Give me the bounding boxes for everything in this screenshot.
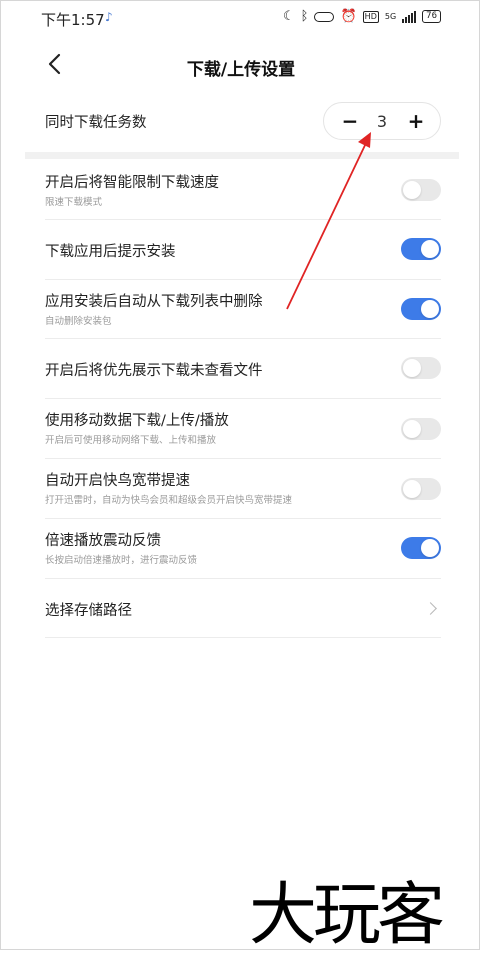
toggle-knob [403,359,421,377]
setting-row-install-prompt[interactable]: 下载应用后提示安装 [45,220,441,280]
install-prompt-toggle[interactable] [401,238,441,260]
setting-subtitle: 开启后可使用移动网络下载、上传和播放 [45,435,217,446]
setting-title: 开启后将优先展示下载未查看文件 [45,363,263,379]
signal-icon [402,10,417,23]
storage-path-row[interactable]: 选择存储路径 [45,579,441,638]
concurrent-tasks-label: 同时下载任务数 [45,115,147,131]
storage-path-label: 选择存储路径 [45,603,132,619]
concurrent-tasks-stepper: − 3 + [323,102,441,140]
kuainiao-toggle[interactable] [401,478,441,500]
section-divider [25,152,459,159]
status-time: 下午1:57 [41,11,105,29]
setting-title: 使用移动数据下载/上传/播放 [45,413,229,429]
setting-title: 倍速播放震动反馈 [45,533,161,549]
setting-subtitle: 长按启动倍速播放时，进行震动反馈 [45,555,198,566]
setting-row-unviewed-first[interactable]: 开启后将优先展示下载未查看文件 [45,339,441,399]
setting-title: 开启后将智能限制下载速度 [45,175,219,191]
headset-icon [314,11,335,22]
music-icon: ♪ [105,10,113,24]
setting-title: 自动开启快鸟宽带提速 [45,473,190,489]
toggle-knob [403,480,421,498]
alarm-icon: ⏰ [340,9,357,24]
setting-row-mobile-data[interactable]: 使用移动数据下载/上传/播放 开启后可使用移动网络下载、上传和播放 [45,399,441,459]
battery-icon: 76 [422,10,441,23]
increment-button[interactable]: + [404,109,428,133]
hd-icon: HD [362,10,379,23]
network-label: 5G [384,12,397,21]
setting-row-auto-delete[interactable]: 应用安装后自动从下载列表中删除 自动删除安装包 [45,280,441,339]
mobile-data-toggle[interactable] [401,418,441,440]
page-title: 下载/上传设置 [186,60,296,80]
toggle-knob [421,240,439,258]
moon-icon: ☾ [283,9,295,24]
toggle-knob [403,181,421,199]
unviewed-first-toggle[interactable] [401,357,441,379]
chevron-right-icon [424,602,437,615]
watermark: 大玩客 [249,876,445,955]
setting-title: 下载应用后提示安装 [45,244,176,260]
bluetooth-icon: ᛒ [300,9,309,24]
setting-title: 应用安装后自动从下载列表中删除 [45,294,263,310]
toggle-knob [403,420,421,438]
speed-vibration-toggle[interactable] [401,537,441,559]
status-icons: ☾ ᛒ ⏰ HD 5G 76 [283,9,441,24]
setting-subtitle: 打开迅雷时，自动为快鸟会员和超级会员开启快鸟宽带提速 [45,495,293,506]
page-header: 下载/上传设置 [1,45,480,85]
setting-subtitle: 自动删除安装包 [45,316,112,327]
speed-limit-toggle[interactable] [401,179,441,201]
toggle-knob [421,539,439,557]
status-bar: 下午1:57 ♪ ☾ ᛒ ⏰ HD 5G 76 [1,1,480,37]
setting-row-speed-limit[interactable]: 开启后将智能限制下载速度 限速下载模式 [45,161,441,220]
setting-subtitle: 限速下载模式 [45,197,103,208]
setting-row-speed-vibration[interactable]: 倍速播放震动反馈 长按启动倍速播放时，进行震动反馈 [45,519,441,579]
setting-row-kuainiao[interactable]: 自动开启快鸟宽带提速 打开迅雷时，自动为快鸟会员和超级会员开启快鸟宽带提速 [45,459,441,519]
toggle-knob [421,300,439,318]
auto-delete-toggle[interactable] [401,298,441,320]
